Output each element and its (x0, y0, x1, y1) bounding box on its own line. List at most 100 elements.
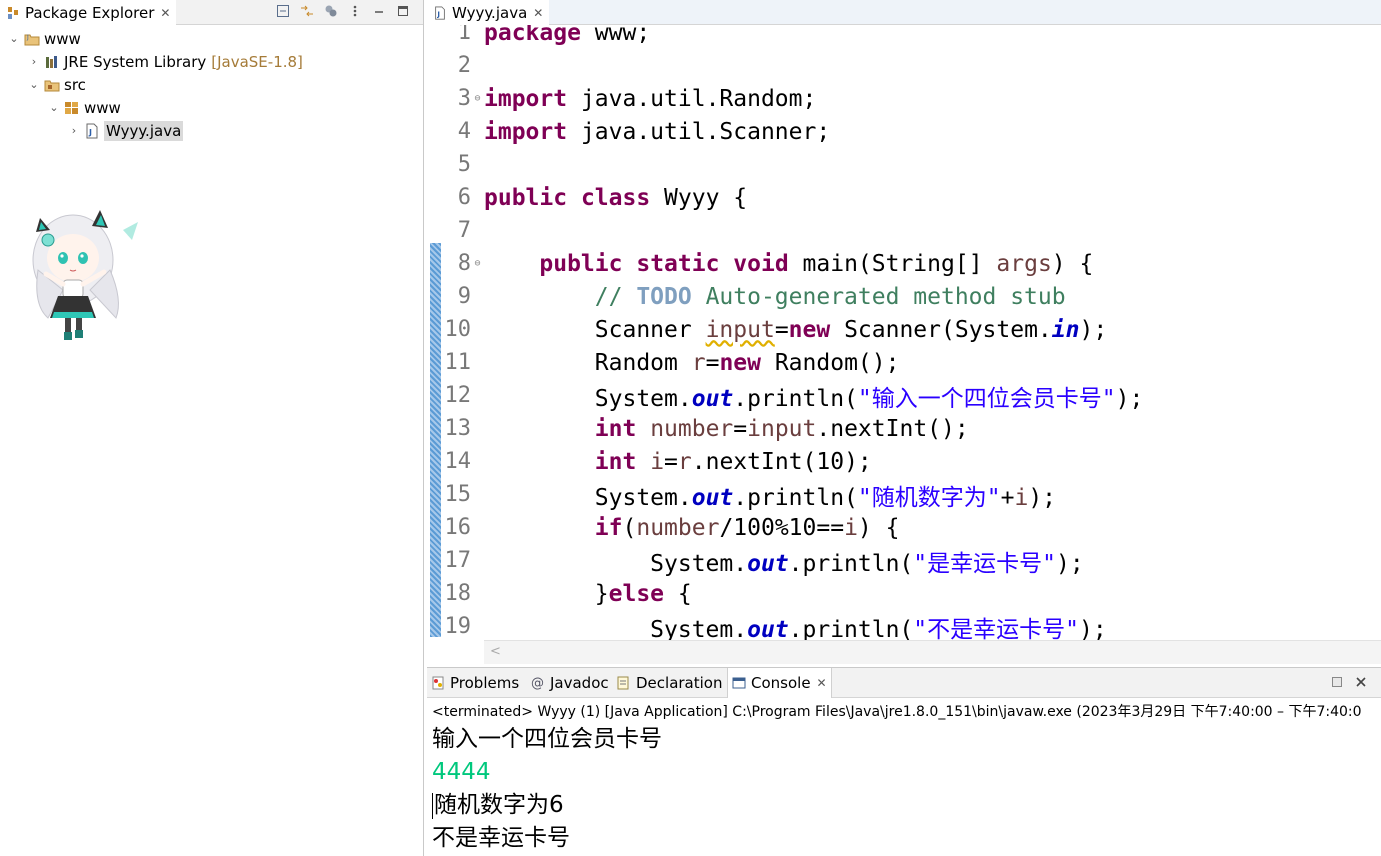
filter-icon[interactable] (323, 3, 339, 19)
close-view-icon[interactable] (1353, 674, 1369, 690)
line-number: 12 (444, 383, 472, 408)
tab-javadoc[interactable]: @ Javadoc (527, 668, 613, 698)
code-line[interactable]: 13 int number=input.nextInt(); (427, 412, 1381, 445)
line-number: 16 (444, 515, 472, 540)
code-line[interactable]: 3 ⊖ import java.util.Random; (427, 82, 1381, 115)
view-menu-icon[interactable] (347, 3, 363, 19)
line-number: 3 (457, 86, 471, 111)
code-line[interactable]: 5 (427, 148, 1381, 181)
tree-item-src[interactable]: ⌄ src (0, 73, 423, 96)
text-caret (432, 792, 433, 819)
console-panel: Problems @ Javadoc Declaration Console ✕ (427, 667, 1381, 856)
java-editor: J Wyyy.java ✕ 1 package www; 2 3 ⊖ import… (427, 0, 1381, 664)
console-toolbar (1329, 674, 1369, 690)
svg-text:J: J (88, 128, 92, 137)
code-line[interactable]: 14 int i=r.nextInt(10); (427, 445, 1381, 478)
tree-item-jre[interactable]: › JRE System Library [JavaSE-1.8] (0, 50, 423, 73)
tree-item-file[interactable]: › J Wyyy.java (0, 119, 423, 142)
package-explorer-icon (6, 6, 20, 20)
console-output-line: 输入一个四位会员卡号 (432, 726, 662, 752)
line-number: 6 (457, 185, 471, 210)
console-tabbar: Problems @ Javadoc Declaration Console ✕ (427, 668, 1381, 698)
minimize-icon[interactable] (1329, 674, 1345, 690)
console-output-line: 随机数字为6 (432, 792, 564, 819)
line-number: 7 (457, 218, 471, 243)
line-number: 19 (444, 614, 472, 639)
code-line[interactable]: 7 (427, 214, 1381, 247)
chevron-right-icon[interactable]: › (27, 55, 41, 68)
tab-declaration[interactable]: Declaration (613, 668, 726, 698)
horizontal-scrollbar[interactable]: < (484, 640, 1381, 664)
tree-label-jre: JRE System Library (64, 52, 207, 71)
close-icon[interactable]: ✕ (817, 676, 827, 690)
line-number: 14 (444, 449, 472, 474)
line-number: 18 (444, 581, 472, 606)
code-line[interactable]: 11 Random r=new Random(); (427, 346, 1381, 379)
tree-label-package: www (84, 98, 121, 117)
package-icon (64, 100, 80, 116)
minimize-icon[interactable] (371, 3, 387, 19)
chevron-down-icon[interactable]: ⌄ (27, 78, 41, 91)
line-number: 5 (457, 152, 471, 177)
console-output-line: 不是幸运卡号 (432, 825, 570, 851)
tab-package-explorer[interactable]: Package Explorer ✕ (0, 0, 177, 25)
code-line[interactable]: 18 }else { (427, 577, 1381, 610)
code-line[interactable]: 19 System.out.println("不是幸运卡号"); (427, 610, 1381, 640)
tab-declaration-label: Declaration (636, 674, 723, 692)
line-number: 4 (457, 119, 471, 144)
svg-text:J: J (26, 34, 29, 41)
tree-item-package[interactable]: ⌄ www (0, 96, 423, 119)
tab-problems[interactable]: Problems (427, 668, 523, 698)
code-line[interactable]: 10 Scanner input=new Scanner(System.in); (427, 313, 1381, 346)
fold-toggle-icon[interactable]: ⊖ (471, 93, 484, 104)
mascot-image (28, 200, 148, 345)
tree-decor-jre: [JavaSE-1.8] (211, 52, 303, 71)
tab-console[interactable]: Console ✕ (727, 668, 832, 698)
code-line[interactable]: 4 import java.util.Scanner; (427, 115, 1381, 148)
console-output[interactable]: 输入一个四位会员卡号 4444 随机数字为6 不是幸运卡号 (432, 723, 662, 855)
chevron-right-icon[interactable]: › (67, 124, 81, 137)
line-number: 1 (457, 25, 471, 45)
explorer-tabbar: Package Explorer ✕ (0, 0, 423, 25)
collapse-all-icon[interactable] (275, 3, 291, 19)
code-line[interactable]: 8 ⊖ public static void main(String[] args… (427, 247, 1381, 280)
code-line[interactable]: 16 if(number/100%10==i) { (427, 511, 1381, 544)
tree-label-src: src (64, 75, 86, 94)
chevron-down-icon[interactable]: ⌄ (7, 32, 21, 45)
maximize-icon[interactable] (395, 3, 411, 19)
close-icon[interactable]: ✕ (160, 6, 170, 20)
tab-console-label: Console (751, 674, 811, 692)
code-line[interactable]: 1 package www; (427, 25, 1381, 49)
code-line[interactable]: 12 System.out.println("输入一个四位会员卡号"); (427, 379, 1381, 412)
line-number: 11 (444, 350, 472, 375)
close-icon[interactable]: ✕ (533, 6, 543, 20)
console-icon (732, 676, 746, 690)
tab-problems-label: Problems (450, 674, 520, 692)
code-line[interactable]: 2 (427, 49, 1381, 82)
line-number: 9 (457, 284, 471, 309)
java-project-icon: J (24, 31, 40, 47)
tree-item-project[interactable]: ⌄ J www (0, 27, 423, 50)
tab-wyyy-java[interactable]: J Wyyy.java ✕ (427, 0, 550, 25)
javadoc-icon: @ (531, 676, 544, 691)
fold-toggle-icon[interactable]: ⊖ (471, 258, 484, 269)
code-line[interactable]: 15 System.out.println("随机数字为"+i); (427, 478, 1381, 511)
link-with-editor-icon[interactable] (299, 3, 315, 19)
library-icon (44, 54, 60, 70)
code-line[interactable]: 17 System.out.println("是幸运卡号"); (427, 544, 1381, 577)
explorer-toolbar (275, 3, 411, 19)
tab-wyyy-java-label: Wyyy.java (452, 3, 528, 22)
line-number: 13 (444, 416, 472, 441)
code-area[interactable]: 1 package www; 2 3 ⊖ import java.util.Ran… (427, 25, 1381, 640)
line-number: 8 (457, 251, 471, 276)
problems-icon (431, 676, 445, 690)
warning-underline[interactable]: input (706, 317, 775, 343)
java-file-icon: J (433, 5, 447, 20)
code-line[interactable]: 9 // TODO Auto-generated method stub (427, 280, 1381, 313)
tree-label-project: www (44, 29, 81, 48)
chevron-down-icon[interactable]: ⌄ (47, 101, 61, 114)
console-status-line: <terminated> Wyyy (1) [Java Application]… (432, 704, 1362, 720)
code-line[interactable]: 6 public class Wyyy { (427, 181, 1381, 214)
package-explorer-view: Package Explorer ✕ ⌄ J www › JRE System … (0, 0, 424, 856)
console-input-line: 4444 (432, 759, 491, 785)
